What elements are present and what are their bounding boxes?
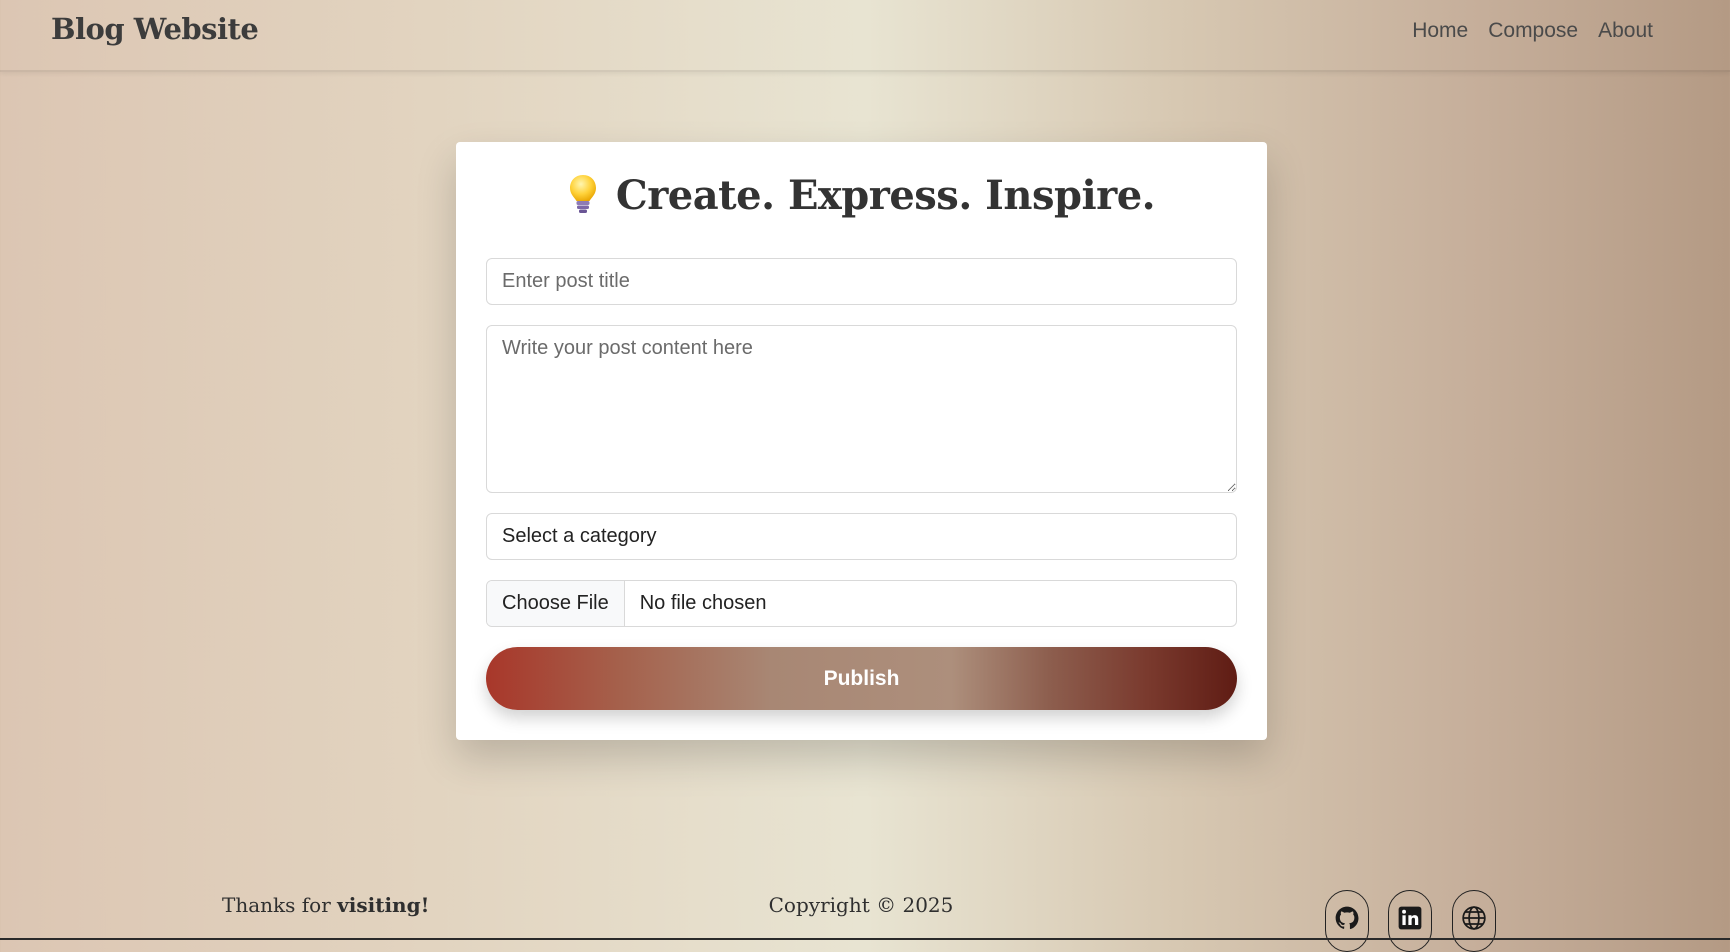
nav-link-compose[interactable]: Compose (1478, 19, 1588, 43)
github-icon (1334, 905, 1360, 951)
nav-link-home[interactable]: Home (1402, 19, 1478, 43)
globe-icon (1461, 905, 1487, 951)
page-title-text: Create. Express. Inspire. (615, 172, 1156, 219)
post-content-textarea[interactable] (486, 325, 1237, 493)
brand-logo[interactable]: Blog Website (51, 12, 259, 46)
publish-button[interactable]: Publish (486, 647, 1237, 710)
file-status-text: No file chosen (639, 592, 767, 614)
choose-file-button[interactable]: Choose File (487, 581, 625, 626)
linkedin-icon (1397, 905, 1423, 951)
category-select[interactable]: Select a category (486, 513, 1237, 560)
post-title-input[interactable] (486, 258, 1237, 305)
github-link[interactable] (1325, 890, 1369, 952)
category-selected-value: Select a category (502, 525, 657, 547)
nav-links: Home Compose About (1402, 19, 1663, 43)
website-link[interactable] (1452, 890, 1496, 952)
navbar: Blog Website Home Compose About (0, 0, 1730, 72)
linkedin-link[interactable] (1388, 890, 1432, 952)
lightbulb-icon (568, 173, 598, 225)
nav-link-about[interactable]: About (1588, 19, 1663, 43)
image-file-input[interactable]: Choose File No file chosen (486, 580, 1237, 627)
compose-card: Create. Express. Inspire. Select a categ… (456, 142, 1267, 740)
page-title: Create. Express. Inspire. (456, 172, 1267, 225)
